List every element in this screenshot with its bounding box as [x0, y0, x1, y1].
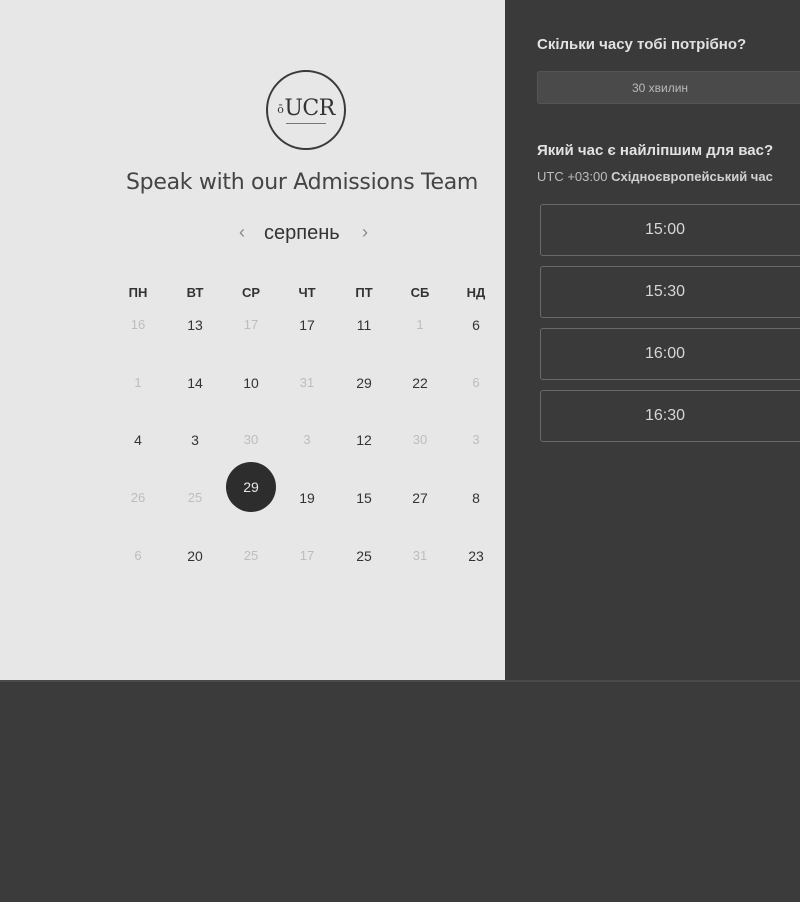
weekday-label: СР — [241, 285, 261, 300]
month-label: серпень — [264, 222, 340, 244]
logo-text: UCR — [284, 96, 335, 121]
weekday-label: ВТ — [186, 285, 204, 300]
weekday-label: ПН — [128, 285, 148, 300]
calendar-day[interactable]: 10 — [231, 373, 271, 393]
calendar-day[interactable]: 11 — [344, 315, 384, 335]
duration-select[interactable]: 30 хвилин — [537, 71, 800, 104]
time-slot-button[interactable]: 15:00 — [540, 204, 800, 256]
time-slot-button[interactable]: 16:00 — [540, 328, 800, 380]
calendar-day[interactable]: 12 — [344, 430, 384, 450]
month-navigation: ‹ серпень › — [236, 220, 386, 250]
duration-question: Скільки часу тобі потрібно? — [537, 36, 747, 53]
logo-tagline-line — [286, 123, 326, 124]
calendar-day: 3 — [472, 432, 480, 447]
weekday-label: ЧТ — [298, 285, 316, 300]
calendar-day: 16 — [130, 317, 146, 332]
time-slot-button[interactable]: 15:30 — [540, 266, 800, 318]
chevron-left-icon[interactable]: ‹ — [239, 222, 245, 242]
weekday-label: СБ — [410, 285, 430, 300]
calendar-day[interactable]: 20 — [175, 546, 215, 566]
calendar-day[interactable]: 8 — [456, 488, 496, 508]
calendar-day[interactable]: 23 — [456, 546, 496, 566]
chevron-right-icon[interactable]: › — [362, 222, 368, 242]
calendar-day[interactable]: 4 — [118, 430, 158, 450]
calendar-day: 31 — [412, 548, 428, 563]
calendar-day: 26 — [130, 490, 146, 505]
time-question: Який час є найліпшим для вас? — [537, 142, 774, 159]
timezone-offset: UTC +03:00 — [537, 169, 608, 184]
calendar-day[interactable]: 17 — [287, 315, 327, 335]
time-slot-button[interactable]: 16:30 — [540, 390, 800, 442]
calendar-day: 1 — [416, 317, 424, 332]
calendar-day: 6 — [472, 375, 480, 390]
calendar-day: 3 — [303, 432, 311, 447]
calendar-day: 25 — [187, 490, 203, 505]
calendar-day[interactable]: 22 — [400, 373, 440, 393]
calendar-day[interactable]: 13 — [175, 315, 215, 335]
calendar-day: 25 — [243, 548, 259, 563]
calendar-day: 17 — [299, 548, 315, 563]
calendar-day: 1 — [134, 375, 142, 390]
weekday-label: ПТ — [355, 285, 373, 300]
page-footer-area — [0, 680, 800, 902]
calendar-day: 30 — [243, 432, 259, 447]
calendar-day[interactable]: 27 — [400, 488, 440, 508]
timezone-name: Східноєвропейський час — [611, 169, 773, 184]
calendar-day[interactable]: 15 — [344, 488, 384, 508]
page-title: Speak with our Admissions Team — [126, 170, 479, 195]
ucr-logo: ōUCR — [266, 70, 346, 150]
calendar-day[interactable]: 6 — [456, 315, 496, 335]
calendar-day: 31 — [299, 375, 315, 390]
logo-small-mark: ō — [277, 103, 284, 116]
selected-day[interactable]: 29 — [226, 462, 276, 512]
calendar-day[interactable]: 3 — [175, 430, 215, 450]
calendar-day[interactable]: 14 — [175, 373, 215, 393]
calendar-day: 17 — [243, 317, 259, 332]
calendar-day: 6 — [134, 548, 142, 563]
calendar-day[interactable]: 19 — [287, 488, 327, 508]
calendar-day: 30 — [412, 432, 428, 447]
calendar-day[interactable]: 29 — [344, 373, 384, 393]
calendar-day[interactable]: 25 — [344, 546, 384, 566]
calendar-panel — [0, 0, 505, 680]
weekday-label: НД — [466, 285, 486, 300]
timezone-label: UTC +03:00 Східноєвропейський час — [537, 169, 773, 184]
